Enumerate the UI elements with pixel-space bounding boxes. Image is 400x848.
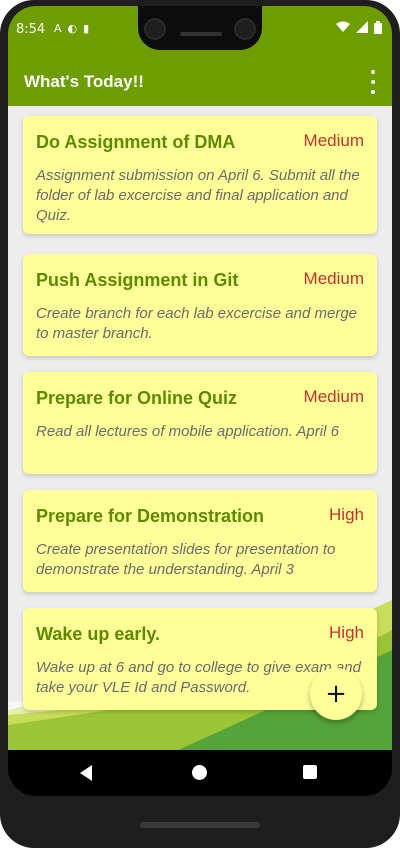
- task-description: Create branch for each lab excercise and…: [36, 305, 358, 342]
- sd-card-icon: ▮: [83, 22, 90, 35]
- status-bar: 8:54 A ◐ ▮: [8, 6, 392, 58]
- add-icon: +: [325, 679, 347, 709]
- earpiece-speaker: [180, 32, 222, 36]
- bottom-speaker: [140, 822, 260, 828]
- back-icon[interactable]: [80, 765, 92, 781]
- task-priority: High: [329, 623, 364, 642]
- add-task-button[interactable]: +: [310, 668, 362, 720]
- task-description: Assignment submission on April 6. Submit…: [36, 167, 360, 224]
- signal-icon: [356, 21, 368, 33]
- notification-icons: A ◐ ▮: [54, 22, 89, 35]
- system-icons: [336, 21, 382, 34]
- system-navigation-bar: [8, 750, 392, 796]
- app-title: What's Today!!: [24, 72, 144, 91]
- app-bar: What's Today!!: [8, 58, 392, 106]
- task-card[interactable]: Do Assignment of DMA Medium Assignment s…: [23, 116, 377, 234]
- task-title: Prepare for Demonstration: [36, 506, 265, 526]
- task-list: Do Assignment of DMA Medium Assignment s…: [8, 106, 392, 750]
- screen: 8:54 A ◐ ▮ What's Today!! Do Assignment …: [8, 6, 392, 796]
- front-camera-icon: [234, 18, 256, 40]
- task-card[interactable]: Prepare for Online Quiz Medium Read all …: [23, 372, 377, 474]
- task-description: Create presentation slides for presentat…: [36, 541, 336, 578]
- task-title: Push Assignment in Git: [36, 270, 239, 290]
- task-card[interactable]: Prepare for Demonstration High Create pr…: [23, 490, 377, 592]
- task-title: Do Assignment of DMA: [36, 132, 236, 152]
- task-title: Wake up early.: [36, 624, 161, 644]
- task-priority: Medium: [303, 269, 364, 288]
- task-priority: High: [329, 505, 364, 524]
- notification-p-icon: ◐: [67, 22, 78, 35]
- front-camera-icon: [144, 18, 166, 40]
- task-priority: Medium: [303, 131, 364, 150]
- device-frame: 8:54 A ◐ ▮ What's Today!! Do Assignment …: [0, 0, 400, 848]
- battery-icon: [374, 21, 382, 34]
- task-priority: Medium: [303, 387, 364, 406]
- task-card[interactable]: Push Assignment in Git Medium Create bra…: [23, 254, 377, 356]
- home-icon[interactable]: [192, 765, 207, 780]
- recent-apps-icon[interactable]: [303, 765, 317, 779]
- notification-a-icon: A: [54, 22, 62, 35]
- task-description: Read all lectures of mobile application.…: [36, 423, 339, 440]
- task-title: Prepare for Online Quiz: [36, 388, 238, 408]
- overflow-menu-icon[interactable]: [366, 70, 380, 94]
- status-time: 8:54: [16, 22, 46, 37]
- wifi-icon: [336, 21, 350, 32]
- camera-notch: [138, 6, 262, 50]
